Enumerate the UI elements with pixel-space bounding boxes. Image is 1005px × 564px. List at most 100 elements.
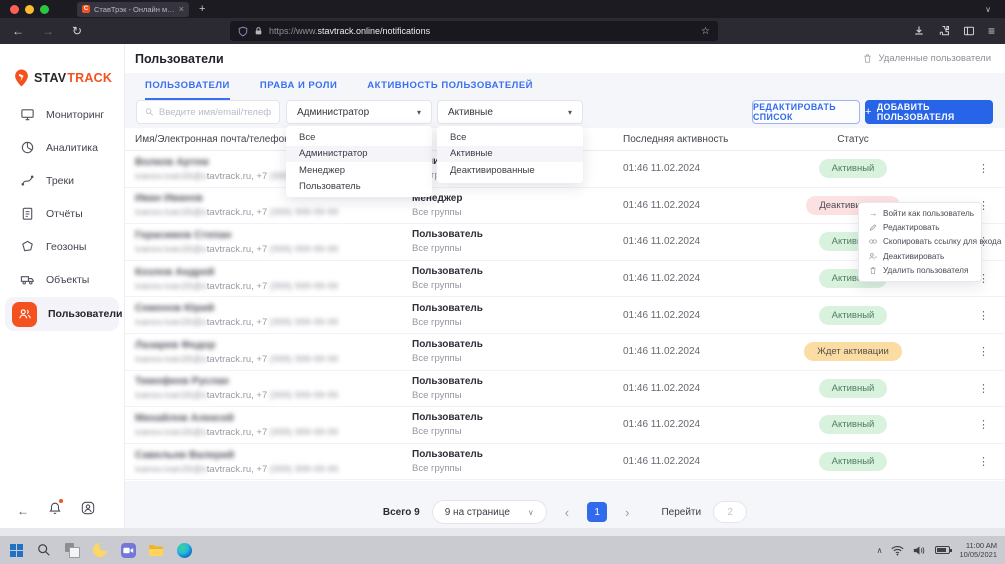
maximize-window-button[interactable] [40, 5, 49, 14]
edge-icon[interactable] [176, 542, 192, 558]
tab-title: СтавТрэк - Онлайн мониторин [94, 5, 175, 14]
search-icon [145, 107, 154, 117]
route-icon [19, 173, 35, 189]
browser-tab[interactable]: С СтавТрэк - Онлайн мониторин × [77, 2, 189, 17]
last-activity: 01:46 11.02.2024 [623, 273, 753, 284]
row-menu-kebab-icon[interactable]: ⋮ [978, 455, 989, 468]
chevron-down-icon: ∨ [528, 508, 534, 517]
dropdown-option[interactable]: Все [437, 129, 583, 146]
tab-close-icon[interactable]: × [179, 4, 184, 14]
next-page-button[interactable]: › [619, 505, 635, 520]
firefox-icon[interactable] [92, 542, 108, 558]
truck-icon [19, 272, 35, 288]
sidebar-item-monitoring[interactable]: Мониторинг [0, 98, 124, 131]
stavtrack-logo: STAVTRACK [0, 44, 124, 96]
dropdown-option[interactable]: Пользователь [286, 179, 432, 196]
user-name: Михайлов Алексей [135, 412, 412, 424]
browser-actions: ≡ [913, 18, 995, 44]
dropdown-option[interactable]: Все [286, 129, 432, 146]
start-button-icon[interactable] [8, 542, 24, 558]
task-view-icon[interactable] [64, 542, 80, 558]
section-tab[interactable]: ПРАВА И РОЛИ [260, 80, 337, 100]
last-activity: 01:46 11.02.2024 [623, 163, 753, 174]
sidebar-item-tracks[interactable]: Треки [0, 164, 124, 197]
status-badge: Активный [819, 415, 888, 434]
profile-icon[interactable] [81, 501, 95, 520]
volume-icon[interactable] [913, 545, 926, 556]
deleted-users-link[interactable]: Удаленные пользователи [862, 53, 991, 64]
monitor-icon [19, 107, 35, 123]
taskbar-search-icon[interactable] [36, 542, 52, 558]
status-filter-select[interactable]: Активные ▾ [437, 100, 583, 124]
user-group: Все группы [412, 353, 623, 364]
sidebar-item-users[interactable]: Пользователи [0, 296, 124, 332]
row-menu-kebab-icon[interactable]: ⋮ [978, 418, 989, 431]
prev-page-button[interactable]: ‹ [559, 505, 575, 520]
row-menu-kebab-icon[interactable]: ⋮ [978, 309, 989, 322]
deactivate-user-item[interactable]: Деактивировать [859, 249, 981, 263]
close-window-button[interactable] [10, 5, 19, 14]
sidebar-item-reports[interactable]: Отчёты [0, 197, 124, 230]
role-filter-dropdown: Все Администратор Менеджер Пользователь [286, 126, 432, 197]
back-button[interactable]: ← [12, 24, 24, 38]
window-controls [0, 5, 49, 14]
delete-user-item[interactable]: Удалить пользователя [859, 264, 981, 278]
section-tab[interactable]: АКТИВНОСТЬ ПОЛЬЗОВАТЕЛЕЙ [367, 80, 533, 100]
tab-list-chevron-icon[interactable]: ∨ [985, 5, 991, 14]
dropdown-option[interactable]: Активные [437, 146, 583, 163]
pie-chart-icon [19, 140, 35, 156]
search-input[interactable] [159, 107, 271, 118]
row-menu-kebab-icon[interactable]: ⋮ [978, 345, 989, 358]
role-filter-select[interactable]: Администратор ▾ [286, 100, 432, 124]
users-icon [12, 302, 37, 327]
extensions-icon[interactable] [938, 25, 950, 37]
forward-button[interactable]: → [42, 24, 54, 38]
dropdown-option[interactable]: Деактивированные [437, 162, 583, 179]
collapse-sidebar-icon[interactable]: ← [17, 504, 29, 518]
sidebar-item-geozones[interactable]: Геозоны [0, 230, 124, 263]
copy-login-link-item[interactable]: Скопировать ссылку для входа [859, 235, 981, 249]
user-minus-icon [868, 252, 878, 261]
tray-overflow-chevron-icon[interactable]: ∧ [877, 546, 883, 555]
tracking-shield-icon [238, 26, 248, 37]
pagination: Всего 9 9 на странице ∨ ‹ 1 › Перейти [125, 499, 1005, 525]
url-bar[interactable]: https://www.stavtrack.online/notificatio… [230, 21, 718, 41]
reload-button[interactable]: ↻ [72, 24, 82, 38]
row-menu-kebab-icon[interactable]: ⋮ [978, 162, 989, 175]
user-contact: ivanov.ivan26@stavtrack.ru, +7 (999) 999… [135, 207, 412, 218]
pencil-icon [868, 223, 878, 232]
section-tab[interactable]: ПОЛЬЗОВАТЕЛИ [145, 80, 230, 100]
notifications-bell-icon[interactable] [48, 501, 62, 520]
downloads-icon[interactable] [913, 25, 925, 37]
taskbar-clock[interactable]: 11:00 AM 10/05/2021 [959, 541, 997, 560]
login-as-user-item[interactable]: → Войти как пользователь [859, 206, 981, 220]
last-activity: 01:46 11.02.2024 [623, 346, 753, 357]
file-explorer-icon[interactable] [148, 542, 164, 558]
last-activity: 01:46 11.02.2024 [623, 456, 753, 467]
sidebar-item-analytics[interactable]: Аналитика [0, 131, 124, 164]
dropdown-option[interactable]: Менеджер [286, 162, 432, 179]
menu-icon[interactable]: ≡ [988, 24, 995, 38]
sidebar-toggle-icon[interactable] [963, 25, 975, 37]
dropdown-option[interactable]: Администратор [286, 146, 432, 163]
table-row: Тимофеев Руслан ivanov.ivan26@stavtrack.… [125, 371, 1005, 408]
sidebar-item-objects[interactable]: Объекты [0, 263, 124, 296]
page-header: Пользователи Удаленные пользователи [125, 44, 1005, 73]
minimize-window-button[interactable] [25, 5, 34, 14]
new-tab-button[interactable]: + [199, 3, 205, 15]
column-header-status: Статус [773, 134, 933, 145]
edit-user-item[interactable]: Редактировать [859, 220, 981, 234]
add-user-button[interactable]: + ДОБАВИТЬ ПОЛЬЗОВАТЕЛЯ [865, 100, 993, 124]
teams-chat-icon[interactable] [120, 542, 136, 558]
goto-page-input[interactable] [713, 501, 747, 523]
per-page-select[interactable]: 9 на странице ∨ [432, 500, 547, 524]
logo-pin-icon [13, 68, 30, 88]
bookmark-star-icon[interactable]: ☆ [701, 26, 710, 37]
row-menu-kebab-icon[interactable]: ⋮ [978, 382, 989, 395]
page-number-button[interactable]: 1 [587, 502, 607, 522]
battery-icon[interactable] [935, 546, 950, 554]
wifi-icon[interactable] [891, 545, 904, 556]
user-role: Пользователь [412, 376, 623, 387]
taskbar: ∧ 11:00 AM 10/05/2021 [0, 536, 1005, 564]
edit-list-button[interactable]: РЕДАКТИРОВАТЬ СПИСОК [752, 100, 860, 124]
